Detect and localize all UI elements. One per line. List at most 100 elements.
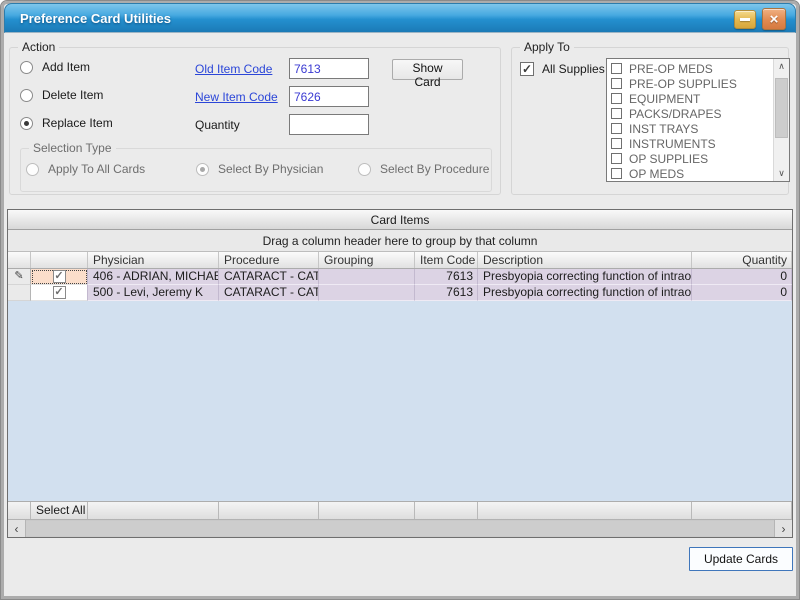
footer-cell xyxy=(692,502,792,519)
selection-type-group-label: Selection Type xyxy=(29,141,116,156)
all-supplies-checkbox[interactable]: ✓ All Supplies xyxy=(520,62,605,76)
footer-cell xyxy=(88,502,219,519)
header-description[interactable]: Description xyxy=(478,252,692,268)
close-icon: × xyxy=(770,11,779,28)
radio-icon xyxy=(26,163,39,176)
list-item-label: EQUIPMENT xyxy=(629,92,700,106)
checkbox-icon: ✓ xyxy=(611,168,622,179)
radio-icon xyxy=(358,163,371,176)
list-item-pre-op-supplies[interactable]: ✓ PRE-OP SUPPLIES xyxy=(607,76,773,91)
scroll-down-icon[interactable]: ∨ xyxy=(774,166,789,181)
selection-type-groupbox: Selection Type Apply To All Cards Select… xyxy=(20,148,492,192)
select-all-button[interactable]: Select All xyxy=(31,502,88,519)
grid-footer-row: Select All xyxy=(8,501,792,519)
header-quantity[interactable]: Quantity xyxy=(692,252,792,268)
row-edit-indicator xyxy=(8,285,31,301)
cell-description: Presbyopia correcting function of intrao… xyxy=(478,285,692,301)
list-item-pre-op-meds[interactable]: ✓ PRE-OP MEDS xyxy=(607,61,773,76)
row-checkbox-cell[interactable]: ✓ xyxy=(31,285,88,301)
minimize-icon xyxy=(740,18,750,21)
all-supplies-label: All Supplies xyxy=(542,62,605,76)
header-row-indicator xyxy=(8,252,31,268)
scrollbar-thumb[interactable] xyxy=(26,521,774,536)
cell-quantity: 0 xyxy=(692,269,792,285)
list-item-op-meds[interactable]: ✓ OP MEDS xyxy=(607,166,773,181)
checkbox-icon: ✓ xyxy=(611,108,622,119)
scroll-right-icon[interactable]: › xyxy=(774,520,792,537)
checkbox-icon: ✓ xyxy=(611,123,622,134)
radio-add-item[interactable]: Add Item xyxy=(20,60,90,74)
list-item-label: PRE-OP SUPPLIES xyxy=(629,77,737,91)
checkbox-icon: ✓ xyxy=(611,63,622,74)
header-item-code[interactable]: Item Code xyxy=(415,252,478,268)
header-grouping[interactable]: Grouping xyxy=(319,252,415,268)
show-card-button[interactable]: Show Card xyxy=(392,59,463,80)
radio-icon xyxy=(20,117,33,130)
checkbox-icon: ✓ xyxy=(611,93,622,104)
cell-procedure: CATARACT - CATAR xyxy=(219,269,319,285)
horizontal-scrollbar[interactable]: ‹ › xyxy=(8,519,792,537)
checkbox-icon: ✓ xyxy=(611,138,622,149)
group-by-drop-zone[interactable]: Drag a column header here to group by th… xyxy=(8,230,792,252)
list-item-label: OP SUPPLIES xyxy=(629,152,708,166)
list-item-label: OP MEDS xyxy=(629,167,684,181)
check-icon: ✓ xyxy=(522,63,532,75)
cell-physician: 500 - Levi, Jeremy K xyxy=(88,285,219,301)
card-items-title: Card Items xyxy=(8,210,792,230)
close-button[interactable]: × xyxy=(762,8,786,30)
apply-to-group-label: Apply To xyxy=(520,40,574,55)
radio-replace-item[interactable]: Replace Item xyxy=(20,116,113,130)
cell-grouping xyxy=(319,269,415,285)
header-checkbox-column xyxy=(31,252,88,268)
footer-cell xyxy=(319,502,415,519)
old-item-code-input[interactable] xyxy=(289,58,369,79)
radio-label: Apply To All Cards xyxy=(48,162,145,176)
radio-select-by-procedure: Select By Procedure xyxy=(358,162,489,176)
list-vertical-scrollbar[interactable]: ∧ ∨ xyxy=(773,59,789,181)
radio-icon xyxy=(20,61,33,74)
title-bar[interactable]: Preference Card Utilities × xyxy=(4,3,796,33)
quantity-input[interactable] xyxy=(289,114,369,135)
list-item-packs-drapes[interactable]: ✓ PACKS/DRAPES xyxy=(607,106,773,121)
old-item-code-link[interactable]: Old Item Code xyxy=(195,62,272,76)
list-item-label: PRE-OP MEDS xyxy=(629,62,713,76)
supply-category-listbox: ✓ PRE-OP MEDS ✓ PRE-OP SUPPLIES ✓ EQUIPM… xyxy=(606,58,790,182)
minimize-button[interactable] xyxy=(734,10,756,29)
row-edit-indicator: ✎ xyxy=(8,269,31,285)
radio-icon xyxy=(196,163,209,176)
new-item-code-input[interactable] xyxy=(289,86,369,107)
scroll-up-icon[interactable]: ∧ xyxy=(774,59,789,74)
radio-apply-to-all-cards: Apply To All Cards xyxy=(26,162,145,176)
action-groupbox: Action Add Item Delete Item Replace Item… xyxy=(9,47,501,195)
list-item-op-supplies[interactable]: ✓ OP SUPPLIES xyxy=(607,151,773,166)
checkbox-icon: ✓ xyxy=(53,270,66,283)
cell-description: Presbyopia correcting function of intrao… xyxy=(478,269,692,285)
table-row[interactable]: ✓ 500 - Levi, Jeremy K CATARACT - CATAR … xyxy=(8,285,792,301)
radio-delete-item[interactable]: Delete Item xyxy=(20,88,103,102)
list-item-instruments[interactable]: ✓ INSTRUMENTS xyxy=(607,136,773,151)
list-item-inst-trays[interactable]: ✓ INST TRAYS xyxy=(607,121,773,136)
update-cards-button[interactable]: Update Cards xyxy=(689,547,793,571)
list-item-equipment[interactable]: ✓ EQUIPMENT xyxy=(607,91,773,106)
radio-label: Select By Physician xyxy=(218,162,323,176)
radio-label: Add Item xyxy=(42,60,90,74)
header-procedure[interactable]: Procedure xyxy=(219,252,319,268)
grid-header-row: Physician Procedure Grouping Item Code D… xyxy=(8,252,792,269)
footer-cell xyxy=(219,502,319,519)
radio-icon xyxy=(20,89,33,102)
scroll-left-icon[interactable]: ‹ xyxy=(8,520,26,537)
scrollbar-thumb[interactable] xyxy=(775,78,788,138)
edit-pencil-icon: ✎ xyxy=(14,269,23,284)
new-item-code-link[interactable]: New Item Code xyxy=(195,90,278,104)
checkbox-icon: ✓ xyxy=(611,78,622,89)
action-group-label: Action xyxy=(18,40,59,55)
supply-category-items: ✓ PRE-OP MEDS ✓ PRE-OP SUPPLIES ✓ EQUIPM… xyxy=(607,59,773,181)
cell-item-code: 7613 xyxy=(415,285,478,301)
row-checkbox-cell[interactable]: ✓ xyxy=(31,269,88,285)
list-item-label: PACKS/DRAPES xyxy=(629,107,721,121)
checkbox-icon: ✓ xyxy=(53,286,66,299)
header-physician[interactable]: Physician xyxy=(88,252,219,268)
card-items-panel: Card Items Drag a column header here to … xyxy=(7,209,793,538)
radio-label: Delete Item xyxy=(42,88,103,102)
table-row[interactable]: ✎ ✓ 406 - ADRIAN, MICHAEL CATARACT - CAT… xyxy=(8,269,792,285)
